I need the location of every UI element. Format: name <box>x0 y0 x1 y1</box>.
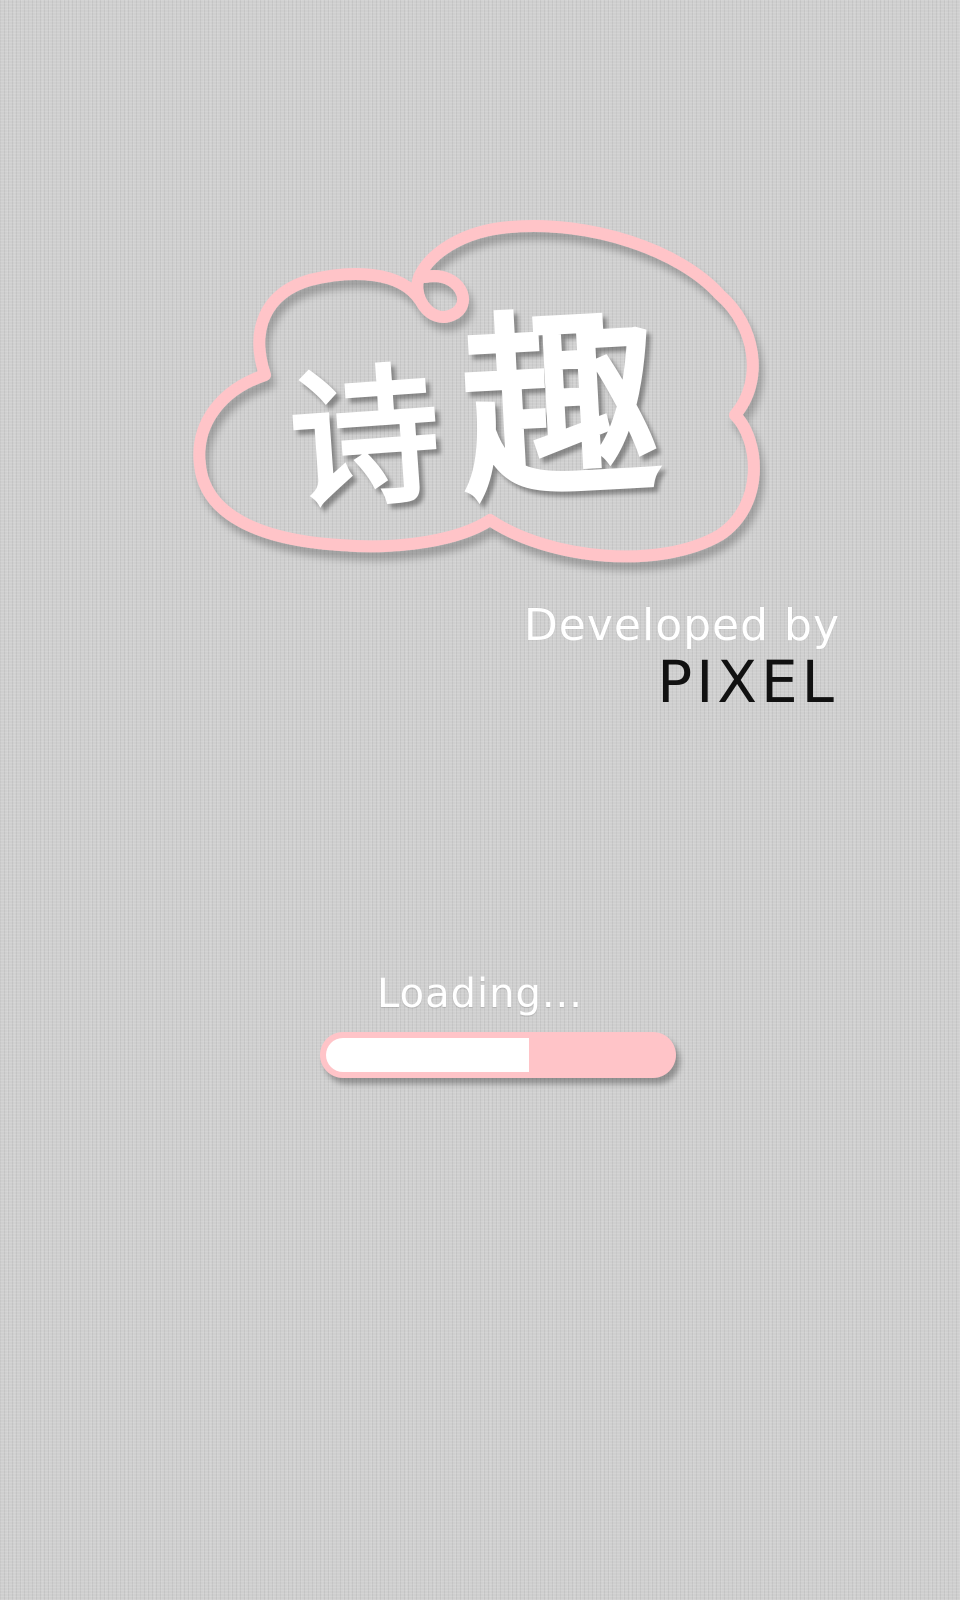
loading-progress-fill <box>326 1038 529 1072</box>
loading-label: Loading... <box>377 971 583 1017</box>
app-logo-title: 诗 趣 <box>284 287 730 540</box>
splash-screen: 诗 趣 Developed by PIXEL Loading... <box>0 0 960 1600</box>
loading-progress-bar <box>320 1032 676 1078</box>
logo-char-qu: 趣 <box>454 287 668 532</box>
logo-char-shi: 诗 <box>284 347 448 533</box>
developed-by-label: Developed by <box>523 600 840 651</box>
developer-name: PIXEL <box>657 648 838 716</box>
